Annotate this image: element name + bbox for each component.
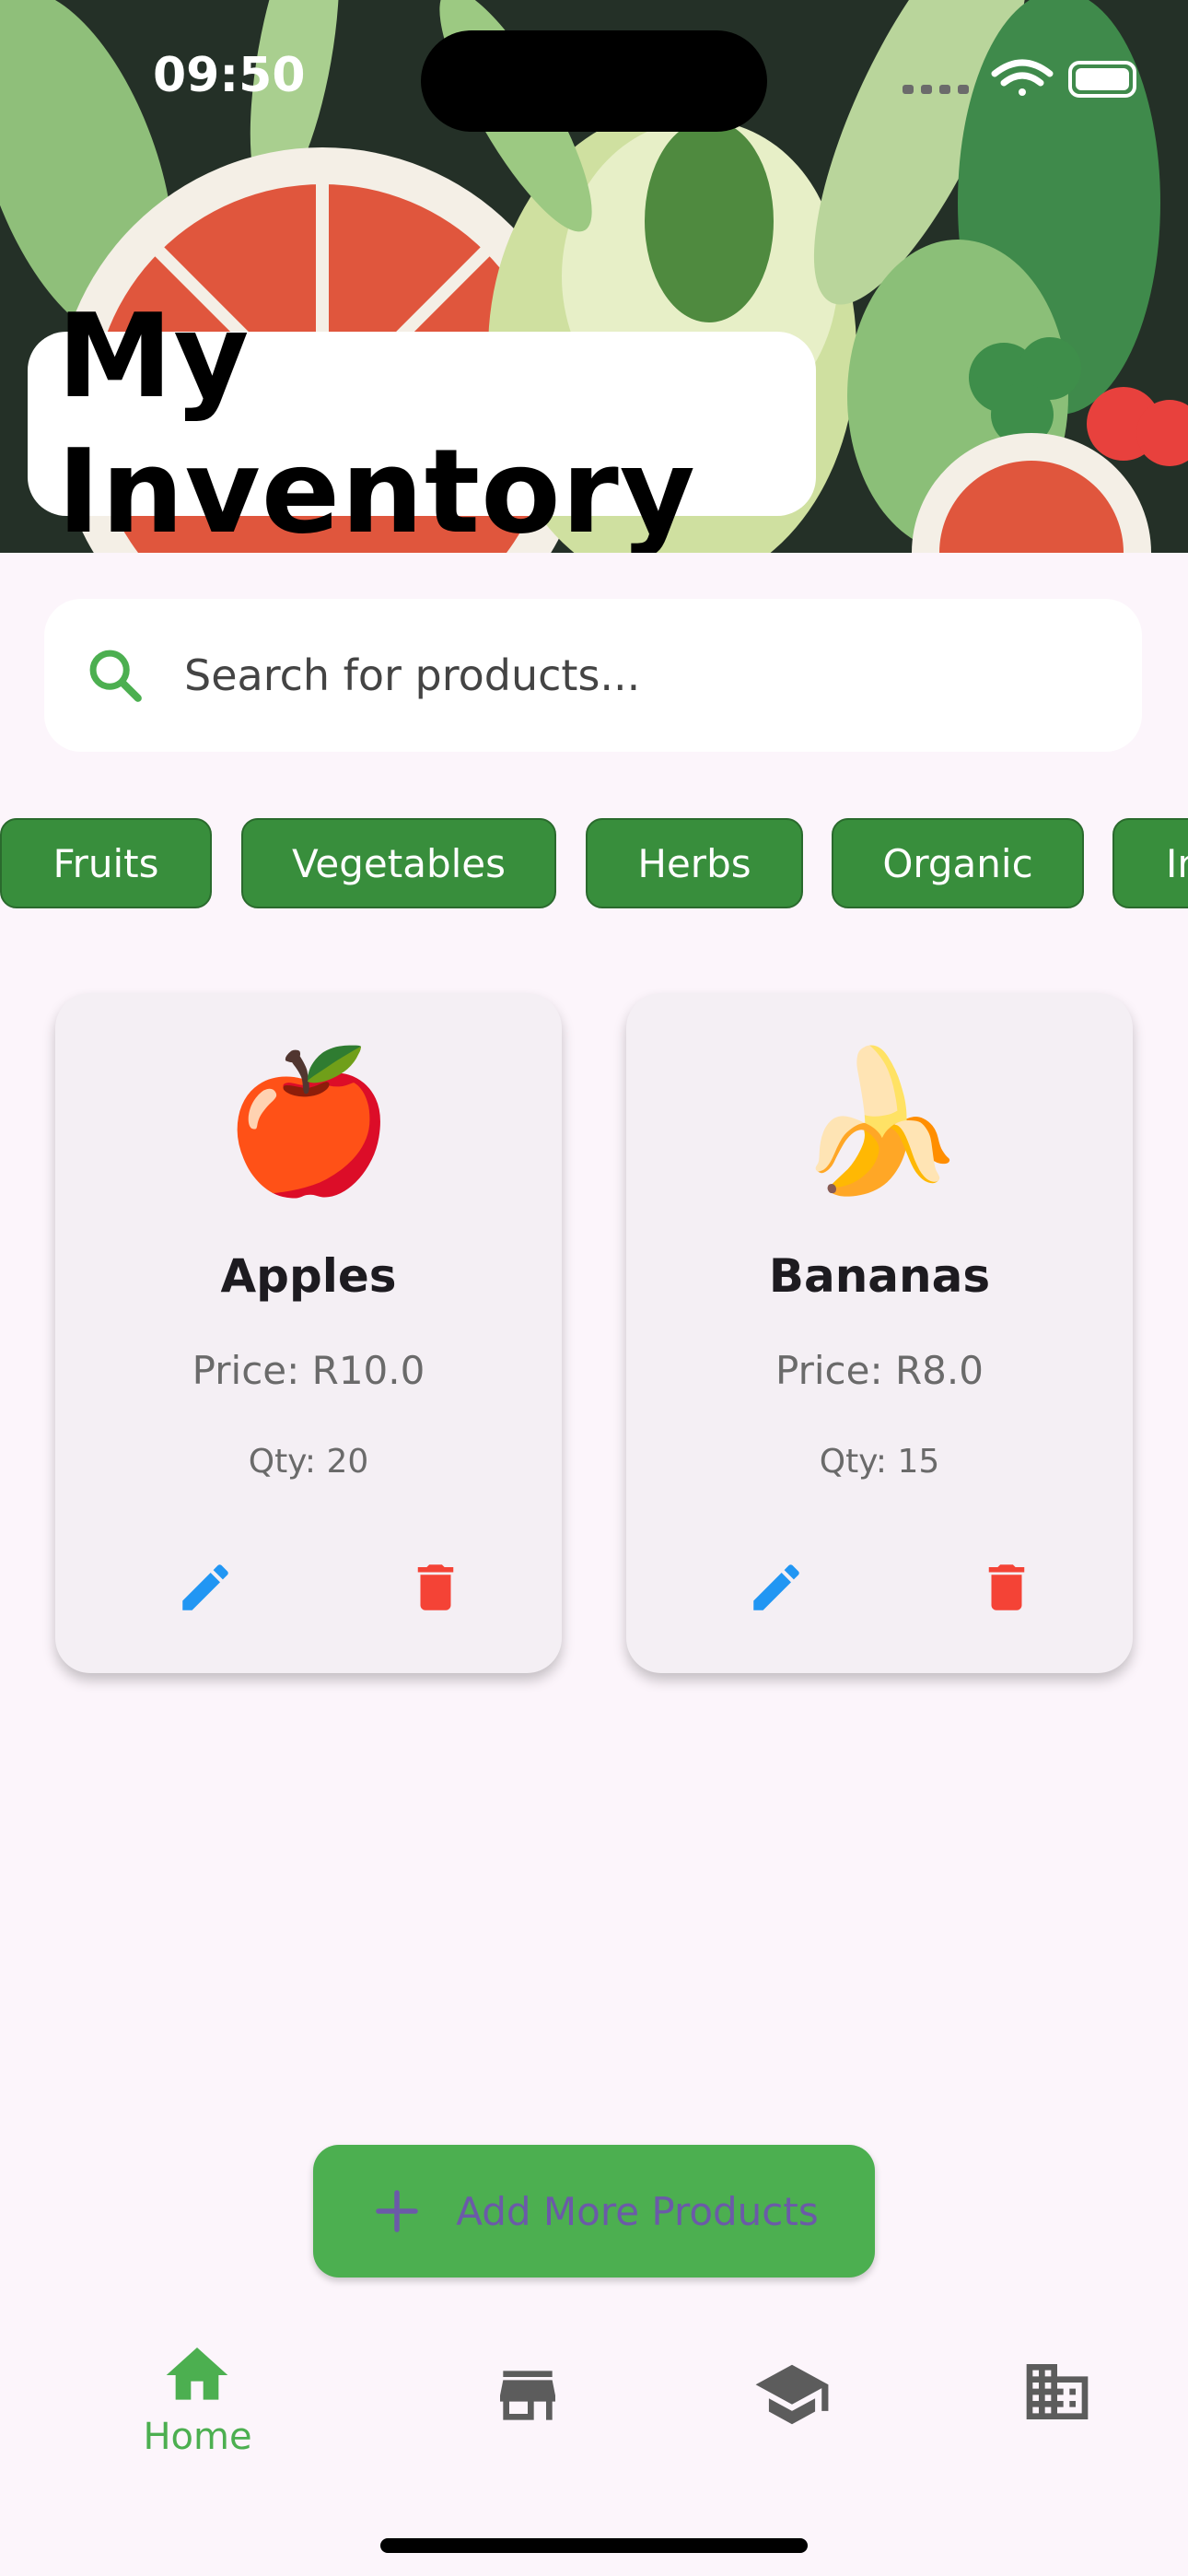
add-products-label: Add More Products	[456, 2188, 819, 2234]
page-title-container: My Inventory	[28, 288, 816, 553]
product-price: Price: R8.0	[775, 1348, 984, 1393]
apple-icon: 🍎	[222, 1042, 395, 1202]
search-input[interactable]	[182, 650, 1107, 701]
signal-icon	[903, 85, 969, 94]
product-card-apples[interactable]: 🍎 Apples Price: R10.0 Qty: 20	[55, 993, 562, 1673]
home-indicator	[380, 2538, 808, 2553]
category-chips: Fruits Vegetables Herbs Organic In	[0, 818, 1188, 912]
product-name: Apples	[220, 1249, 397, 1303]
edit-icon[interactable]	[175, 1557, 236, 1618]
chip-herbs[interactable]: Herbs	[586, 818, 803, 908]
plus-icon	[376, 2190, 418, 2232]
search-bar[interactable]	[44, 599, 1142, 752]
business-icon[interactable]	[1020, 2355, 1094, 2429]
banana-icon: 🍌	[793, 1042, 966, 1202]
product-name: Bananas	[768, 1249, 991, 1303]
chip-organic[interactable]: Organic	[832, 818, 1084, 908]
battery-icon	[1068, 61, 1136, 98]
page-title: My Inventory	[57, 288, 696, 553]
product-card-bananas[interactable]: 🍌 Bananas Price: R8.0 Qty: 15	[626, 993, 1133, 1673]
delete-icon[interactable]	[976, 1557, 1037, 1618]
product-price: Price: R10.0	[192, 1348, 425, 1393]
dynamic-island	[421, 30, 767, 132]
chip-partial[interactable]: In	[1112, 818, 1188, 908]
status-icons	[903, 59, 1136, 98]
home-icon[interactable]	[143, 2338, 251, 2412]
product-qty: Qty: 15	[819, 1443, 940, 1481]
delete-icon[interactable]	[405, 1557, 466, 1618]
chip-fruits[interactable]: Fruits	[0, 818, 212, 908]
school-icon[interactable]	[751, 2355, 833, 2434]
add-products-button[interactable]: Add More Products	[313, 2145, 875, 2277]
store-icon[interactable]	[483, 2359, 573, 2432]
product-qty: Qty: 20	[248, 1443, 369, 1481]
edit-icon[interactable]	[746, 1557, 807, 1618]
header-banner: 09:50 My Inventory	[0, 0, 1188, 553]
chip-vegetables[interactable]: Vegetables	[241, 818, 556, 908]
nav-home-label[interactable]: Home	[131, 2416, 264, 2458]
search-icon	[89, 650, 142, 702]
wifi-icon	[991, 59, 1054, 96]
status-time: 09:50	[153, 48, 306, 103]
